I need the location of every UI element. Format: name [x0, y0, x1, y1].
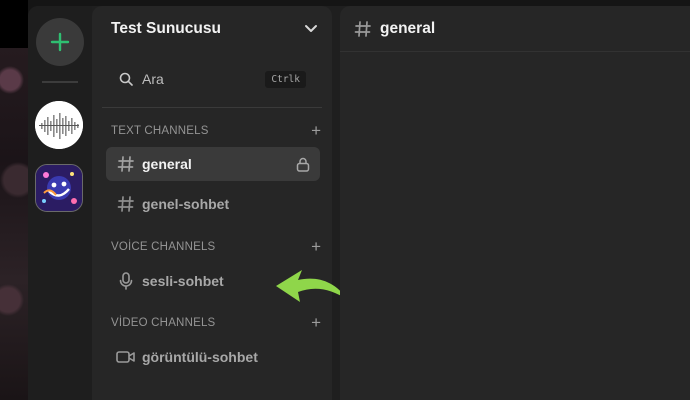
lock-icon — [296, 157, 310, 172]
server-rail — [28, 6, 92, 400]
desktop-backdrop — [0, 0, 28, 400]
plus-icon — [50, 32, 70, 52]
hash-icon — [114, 155, 138, 173]
channel-general[interactable]: general — [106, 147, 320, 181]
camera-icon — [114, 350, 138, 364]
hash-icon — [354, 20, 371, 37]
channel-label: genel-sohbet — [142, 196, 230, 212]
search-shortcut-badge: Ctrlk — [265, 70, 306, 88]
channel-header: general — [340, 6, 690, 52]
channel-label: general — [142, 156, 192, 172]
add-channel-icon[interactable]: + — [311, 314, 321, 331]
add-server-button[interactable] — [36, 18, 84, 66]
category-label: VİDEO CHANNELS — [111, 317, 216, 329]
category-label: TEXT CHANNELS — [111, 125, 209, 137]
category-video-channels[interactable]: VİDEO CHANNELS + — [111, 314, 321, 331]
server-name: Test Sunucusu — [111, 20, 221, 37]
page-title: general — [380, 19, 436, 37]
search-icon — [119, 72, 133, 86]
microphone-icon — [114, 272, 138, 290]
channel-sidebar: Test Sunucusu Ara Ctrlk TEXT CHANNELS + … — [92, 6, 348, 400]
search-divider — [102, 107, 322, 108]
server-icon-soundwave[interactable] — [35, 101, 83, 149]
server-icon-cosmic[interactable] — [35, 164, 83, 212]
soundwave-icon — [35, 101, 83, 149]
category-voice-channels[interactable]: VOİCE CHANNELS + — [111, 238, 321, 255]
main-content: general — [340, 6, 690, 400]
cosmic-avatar-icon — [36, 165, 82, 211]
app-window: Test Sunucusu Ara Ctrlk TEXT CHANNELS + … — [28, 6, 690, 400]
server-header[interactable]: Test Sunucusu — [92, 6, 332, 52]
add-channel-icon[interactable]: + — [311, 238, 321, 255]
chevron-down-icon[interactable] — [304, 24, 318, 34]
channel-goruntulu-sohbet[interactable]: görüntülü-sohbet — [106, 340, 320, 374]
add-channel-icon[interactable]: + — [311, 122, 321, 139]
search-box[interactable]: Ara Ctrlk — [102, 64, 314, 94]
channel-genel-sohbet[interactable]: genel-sohbet — [106, 187, 320, 221]
category-label: VOİCE CHANNELS — [111, 241, 216, 253]
desktop-backdrop-top — [0, 0, 28, 48]
hash-icon — [114, 195, 138, 213]
rail-divider — [42, 81, 78, 83]
category-text-channels[interactable]: TEXT CHANNELS + — [111, 122, 321, 139]
channel-label: görüntülü-sohbet — [142, 349, 258, 365]
search-placeholder: Ara — [142, 71, 164, 87]
